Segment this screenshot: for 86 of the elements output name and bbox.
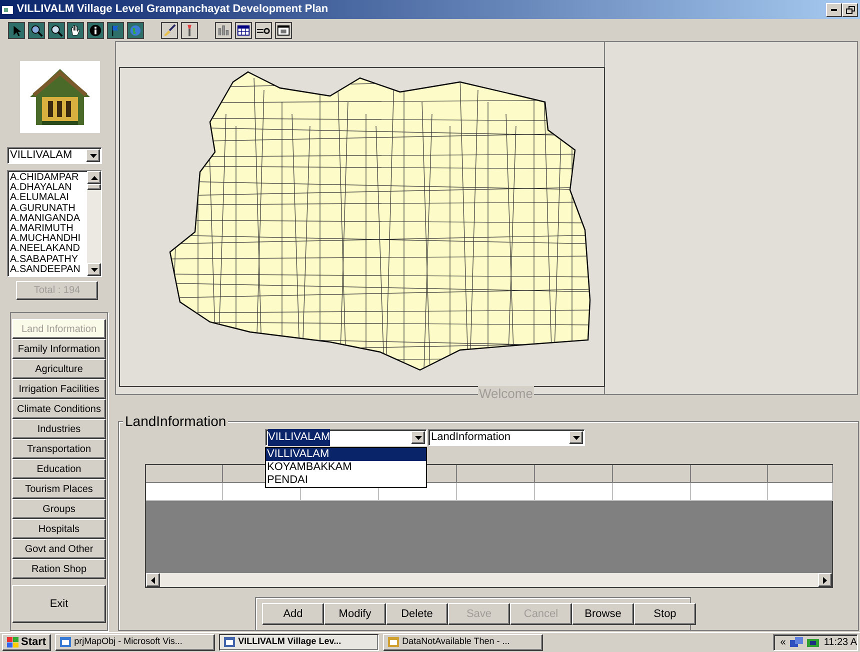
category-combo[interactable]: LandInformation [428,429,585,446]
list-item[interactable]: A.SABAPATHY [10,254,85,265]
taskbar-item[interactable]: VILLIVALM Village Lev... [219,634,380,650]
action-button[interactable]: Stop [634,603,696,625]
window-icon[interactable] [274,22,292,38]
dropdown-option[interactable]: VILLIVALAM [266,448,426,461]
menu-button[interactable]: Transportation [12,439,106,459]
dropdown-option[interactable]: KOYAMBAKKAM [266,461,426,474]
caret-icon [414,436,422,440]
menu-button[interactable]: Family Information [12,339,106,359]
hand-icon[interactable] [67,22,84,38]
app-icon [2,4,14,14]
menu-button[interactable]: Tourism Places [12,479,106,499]
menu-button[interactable]: Hospitals [12,519,106,539]
right-arrow-icon[interactable] [823,576,827,584]
menu-button[interactable]: Govt and Other [12,539,106,559]
list-item[interactable]: A.DHAYALAN [10,183,85,194]
table-icon[interactable] [235,22,252,38]
action-button[interactable]: Modify [324,603,386,625]
window-title: VILLIVALM Village Level Grampanchayat Development Plan [16,2,328,18]
tray-expand-button[interactable]: « [780,634,786,650]
exit-button[interactable]: Exit [12,585,106,623]
menu-button[interactable]: Education [12,459,106,479]
taskbar-item[interactable]: DataNotAvailable Then - ... [383,634,544,650]
village-dropdown[interactable]: VILLIVALAM [7,147,102,164]
list-item[interactable]: A.MANIGANDA [10,214,85,224]
list-item[interactable]: A.GURUNATH [10,204,85,214]
zoom-out-icon[interactable] [48,22,64,38]
dropdown-button[interactable] [411,431,425,444]
left-arrow-icon[interactable] [151,576,155,584]
clock: 11:23 A [824,636,857,650]
list-item[interactable]: A.CHIDAMPAR [10,173,85,184]
map-drawing[interactable] [169,71,591,371]
taskbar-item[interactable]: prjMapObj - Microsoft Vis... [55,634,216,650]
menu-button[interactable]: Ration Shop [12,559,106,579]
menu-button[interactable]: Industries [12,419,106,439]
pointer-icon[interactable] [8,22,25,38]
list-item[interactable]: A.MARIMUTH [10,224,85,234]
minimize-icon [831,8,837,10]
name-list[interactable]: A.CHIDAMPAR A.DHAYALAN A.ELUMALAI A.GURUNATH A.MANIGANDA A.MARIMUTH A.MUCHANDHI A.NEELAKAND A.SABAPATHY A.SANDEEPAN [7,170,102,277]
globe-icon[interactable] [126,22,144,38]
scroll-left-button[interactable] [146,573,160,587]
horizontal-scrollbar[interactable] [146,573,832,587]
program-icon [224,637,236,647]
dropdown-button[interactable] [569,431,583,444]
program-icon [388,637,400,647]
chart-icon[interactable] [215,22,232,38]
action-button[interactable]: Delete [386,603,448,625]
restore-icon [846,6,854,14]
list-item[interactable]: A.NEELAKAND [10,244,85,255]
scroll-right-button[interactable] [818,573,832,587]
dropdown-option[interactable]: PENDAI [266,474,426,487]
network-icon[interactable] [790,636,803,648]
start-button[interactable]: Start [2,634,52,650]
flag-icon[interactable] [106,22,124,38]
scroll-thumb[interactable] [87,184,101,190]
list-item[interactable]: A.MUCHANDHI [10,234,85,244]
key-icon[interactable] [254,22,272,38]
restore-button[interactable] [842,2,858,16]
menu-button[interactable]: Irrigation Facilities [12,379,106,399]
grid-cell [768,483,833,501]
list-item[interactable]: A.ELUMALAI [10,193,85,204]
minimize-button[interactable] [826,2,842,16]
scrollbar[interactable] [87,171,101,276]
menu-button[interactable]: Agriculture [12,359,106,379]
caret-icon [90,154,96,158]
caret-icon [572,436,580,440]
info-icon[interactable] [87,22,104,38]
menu-button[interactable]: Climate Conditions [12,399,106,419]
scroll-up-button[interactable] [87,171,101,184]
zoom-in-icon[interactable] [28,22,45,38]
village-combo[interactable]: VILLIVALAM [265,429,427,446]
action-button[interactable]: Browse [572,603,634,625]
group-title: LandInformation [123,413,228,429]
menu-button[interactable]: Groups [12,499,106,519]
action-button[interactable]: Add [262,603,324,625]
dropdown-button[interactable] [86,149,100,162]
battery-icon[interactable] [806,636,820,648]
down-arrow-icon[interactable] [90,268,98,272]
windows-logo-icon [7,636,19,648]
program-icon [60,637,72,647]
brush-icon[interactable] [161,22,178,38]
list-item[interactable]: A.SANDEEPAN [10,264,85,276]
scroll-down-button[interactable] [87,263,101,276]
up-arrow-icon[interactable] [90,176,98,180]
pen-icon[interactable] [180,22,198,38]
